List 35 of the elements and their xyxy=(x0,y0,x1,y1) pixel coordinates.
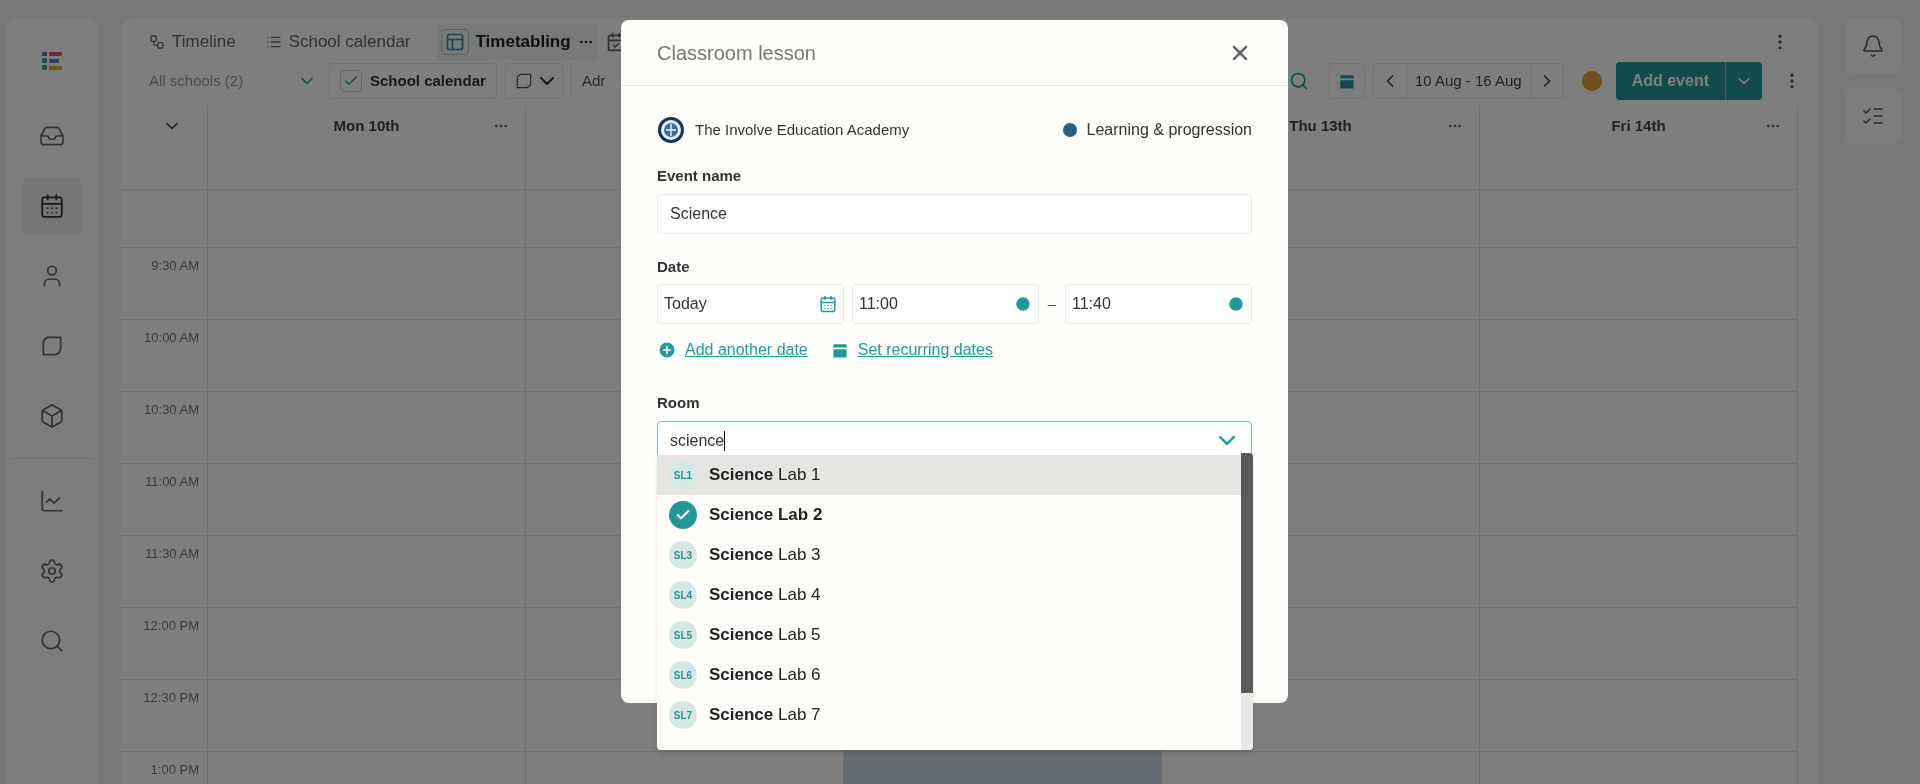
category-label: Learning & progression xyxy=(1086,120,1252,140)
time-label: 12:30 PM xyxy=(143,689,199,707)
room-badge: SL6 xyxy=(669,661,697,689)
school-name: The Involve Education Academy xyxy=(695,119,910,140)
field-label: Event name xyxy=(657,166,743,186)
day-header: Mon 10th xyxy=(333,115,400,136)
date-field[interactable]: Today xyxy=(657,284,844,324)
time-label: 11:00 AM xyxy=(145,473,199,491)
room-badge: SL4 xyxy=(669,581,697,609)
room-badge: SL1 xyxy=(669,461,697,489)
room-badge: SL5 xyxy=(669,621,697,649)
action-link[interactable]: Set recurring dates xyxy=(857,338,993,362)
view-tab[interactable]: Timetabling xyxy=(436,24,598,60)
time-label: 9:30 AM xyxy=(151,257,199,275)
school-calendar-toggle[interactable]: School calendar xyxy=(329,63,497,99)
dialog-title: Classroom lesson xyxy=(657,40,816,66)
time-separator: – xyxy=(1047,293,1057,314)
room-badge: SL7 xyxy=(669,701,697,729)
action-link[interactable]: Add another date xyxy=(685,338,808,362)
room-badge: SL3 xyxy=(669,541,697,569)
time-label: 1:00 PM xyxy=(150,761,199,779)
day-header: Thu 13th xyxy=(1289,115,1352,136)
end-time-field[interactable]: 11:40 xyxy=(1065,284,1252,324)
time-label: 12:00 PM xyxy=(143,617,199,635)
event-name-field[interactable]: Science xyxy=(657,193,1252,234)
time-label: 11:30 AM xyxy=(145,545,199,563)
field-label: Date xyxy=(657,256,691,277)
date-range: 10 Aug - 16 Aug xyxy=(1405,64,1531,98)
time-label: 10:30 AM xyxy=(144,401,199,419)
day-header: Fri 14th xyxy=(1611,115,1666,136)
time-label: 10:00 AM xyxy=(144,329,199,347)
field-label: Room xyxy=(657,393,701,413)
start-time-field[interactable]: 11:00 xyxy=(852,284,1039,324)
room-option[interactable]: SL1 Science Lab 1 xyxy=(657,455,1241,495)
filter-button[interactable]: Adr xyxy=(570,63,606,99)
